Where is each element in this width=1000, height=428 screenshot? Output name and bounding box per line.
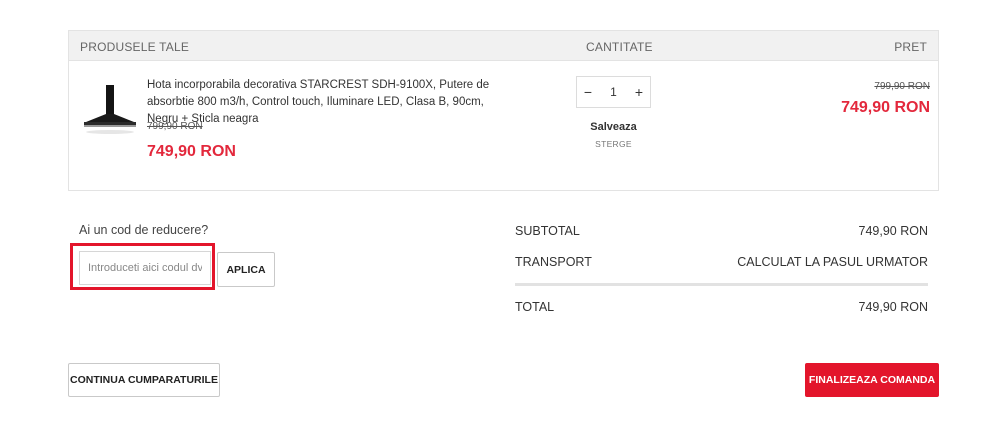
continue-shopping-button[interactable]: CONTINUA CUMPARATURILE: [68, 363, 220, 397]
total-row: TOTAL 749,90 RON: [515, 300, 928, 314]
coupon-title: Ai un cod de reducere?: [79, 223, 209, 237]
row-old-price: 799,90 RON: [874, 81, 930, 92]
save-for-later-link[interactable]: Salveaza: [576, 121, 651, 133]
cart-table: PRODUSELE TALE CANTITATE PRET Hota incor…: [68, 30, 939, 191]
cart-header: PRODUSELE TALE CANTITATE PRET: [69, 31, 938, 61]
quantity-stepper: − 1 +: [576, 76, 651, 108]
row-total-price: 749,90 RON: [841, 99, 930, 116]
subtotal-value: 749,90 RON: [858, 224, 928, 238]
quantity-value[interactable]: 1: [599, 85, 628, 99]
total-label: TOTAL: [515, 300, 555, 314]
product-new-price: 749,90 RON: [147, 143, 236, 160]
header-price: PRET: [894, 40, 927, 54]
increment-button[interactable]: +: [628, 84, 650, 100]
subtotal-row: SUBTOTAL 749,90 RON: [515, 224, 928, 238]
total-value: 749,90 RON: [858, 300, 928, 314]
header-quantity: CANTITATE: [586, 40, 653, 54]
range-hood-image[interactable]: [81, 81, 139, 137]
transport-label: TRANSPORT: [515, 255, 592, 269]
decrement-button[interactable]: −: [577, 84, 599, 100]
coupon-code-input[interactable]: [79, 251, 211, 285]
transport-value: CALCULAT LA PASUL URMATOR: [737, 255, 928, 269]
transport-row: TRANSPORT CALCULAT LA PASUL URMATOR: [515, 255, 928, 269]
summary-divider: [515, 283, 928, 286]
header-products: PRODUSELE TALE: [80, 40, 190, 54]
subtotal-label: SUBTOTAL: [515, 224, 580, 238]
apply-coupon-button[interactable]: APLICA: [217, 252, 275, 287]
product-old-price: 799,90 RON: [147, 121, 203, 132]
delete-item-link[interactable]: STERGE: [576, 139, 651, 149]
checkout-button[interactable]: FINALIZEAZA COMANDA: [805, 363, 939, 397]
